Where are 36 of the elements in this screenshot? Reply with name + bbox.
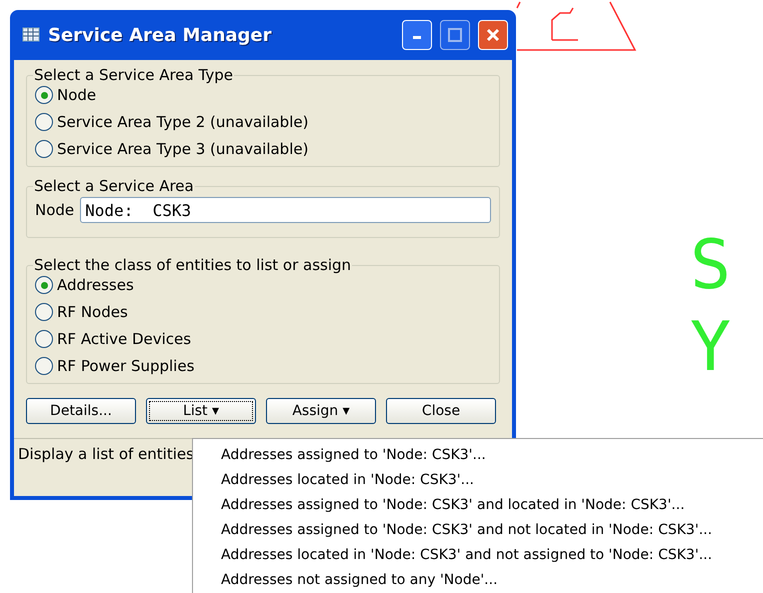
radio-option[interactable]: RF Nodes bbox=[35, 303, 491, 321]
dialog-button[interactable]: Details... bbox=[26, 398, 136, 424]
window-title: Service Area Manager bbox=[48, 24, 273, 46]
radio-icon[interactable] bbox=[35, 140, 53, 158]
radio-option[interactable]: RF Power Supplies bbox=[35, 357, 491, 375]
radio-option[interactable]: Addresses bbox=[35, 276, 491, 294]
radio-icon[interactable] bbox=[35, 113, 53, 131]
menu-item[interactable]: Addresses located in 'Node: CSK3' and not assigned to 'Node: CSK3'... bbox=[193, 543, 763, 568]
menu-item[interactable]: Addresses not assigned to any 'Node'... bbox=[193, 568, 763, 593]
dialog-button[interactable]: Assign ▾ bbox=[266, 398, 376, 424]
menu-item[interactable]: Addresses assigned to 'Node: CSK3' and not located in 'Node: CSK3'... bbox=[193, 518, 763, 543]
maximize-icon bbox=[448, 28, 462, 42]
radio-option[interactable]: Service Area Type 3 (unavailable) bbox=[35, 140, 491, 158]
cad-label: S bbox=[690, 232, 731, 300]
group-legend: Select a Service Area bbox=[33, 177, 195, 195]
radio-option[interactable]: Service Area Type 2 (unavailable) bbox=[35, 113, 491, 131]
dialog-button[interactable]: List ▾ bbox=[146, 398, 256, 424]
close-icon bbox=[486, 28, 500, 42]
radio-icon[interactable] bbox=[35, 303, 53, 321]
close-button[interactable] bbox=[478, 20, 508, 50]
minimize-button[interactable] bbox=[402, 20, 432, 50]
grid-icon bbox=[22, 26, 40, 44]
maximize-button[interactable] bbox=[440, 20, 470, 50]
group-legend: Select the class of entities to list or assign bbox=[33, 256, 352, 274]
radio-option[interactable]: RF Active Devices bbox=[35, 330, 491, 348]
menu-item[interactable]: Addresses assigned to 'Node: CSK3' and located in 'Node: CSK3'... bbox=[193, 493, 763, 518]
field-label: Node bbox=[35, 201, 74, 219]
node-field[interactable]: Node: CSK3 bbox=[80, 197, 491, 223]
radio-icon[interactable] bbox=[35, 276, 53, 294]
radio-icon[interactable] bbox=[35, 330, 53, 348]
radio-icon[interactable] bbox=[35, 357, 53, 375]
cad-label: Y bbox=[690, 314, 731, 382]
dialog-button[interactable]: Close bbox=[386, 398, 496, 424]
group-legend: Select a Service Area Type bbox=[33, 66, 234, 84]
radio-icon[interactable] bbox=[35, 86, 53, 104]
radio-option[interactable]: Node bbox=[35, 86, 491, 104]
